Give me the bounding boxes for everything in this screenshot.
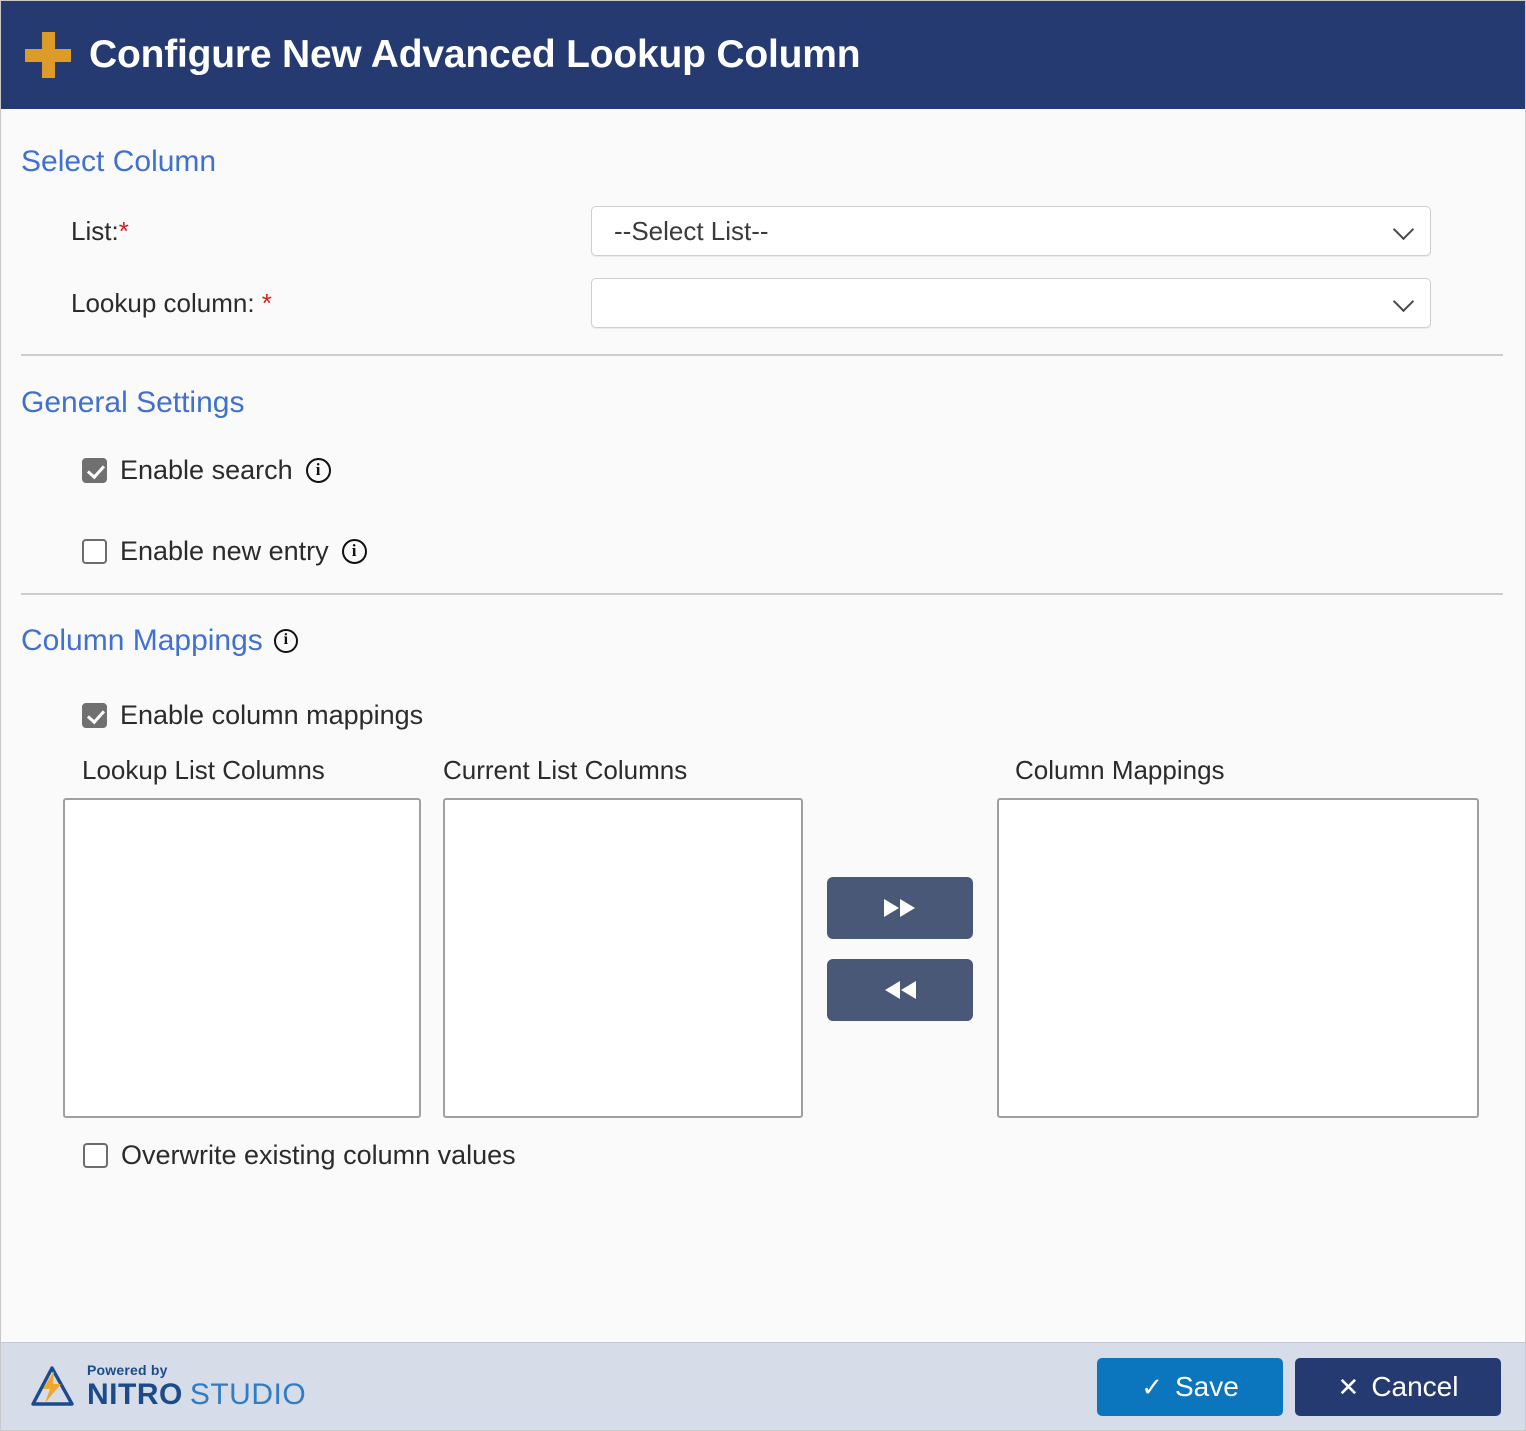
transfer-buttons [827,755,973,1021]
powered-by-label: Powered by [87,1362,168,1378]
double-left-arrow-icon [885,981,916,999]
enable-column-mappings-label: Enable column mappings [120,700,424,730]
section-heading-column-mappings-text: Column Mappings [21,624,263,657]
enable-search-label: Enable search [120,455,293,485]
double-right-arrow-icon [884,899,915,917]
lookup-list-columns-block: Lookup List Columns [63,755,421,1118]
current-list-columns-label: Current List Columns [443,755,688,785]
info-icon[interactable]: i [305,458,331,483]
list-label-text: List: [71,215,119,246]
current-list-columns-block: Current List Columns [443,755,803,1118]
list-required-marker: * [118,215,129,246]
move-left-button[interactable] [827,959,973,1021]
nitro-studio-logo: Powered by NITRO STUDIO [29,1363,306,1411]
section-heading-general-settings: General Settings [21,386,245,419]
checkbox-row-overwrite-existing: Overwrite existing column values [21,1140,1505,1171]
overwrite-existing-checkbox[interactable] [83,1143,108,1168]
configure-lookup-column-dialog: Configure New Advanced Lookup Column Sel… [0,0,1526,1431]
brand-studio: STUDIO [189,1378,307,1411]
info-icon[interactable]: i [341,539,367,564]
close-icon: ✕ [1337,1371,1360,1402]
lookup-list-columns-listbox[interactable] [63,798,421,1118]
column-mappings-block: Column Mappings [997,755,1479,1118]
nitro-logo-icon [31,1365,74,1406]
plus-icon [25,32,71,78]
dialog-title: Configure New Advanced Lookup Column [89,33,861,76]
checkbox-row-enable-column-mappings: Enable column mappings [21,700,1505,731]
move-right-button[interactable] [827,877,973,939]
column-mappings-listbox[interactable] [997,798,1479,1118]
brand-nitro: NITRO [87,1378,183,1411]
field-row-list: List:* --Select List-- [21,206,1505,256]
footer-buttons: ✓ Save ✕ Cancel [1097,1357,1501,1416]
lookup-column-required-marker: * [261,287,272,318]
current-list-columns-listbox[interactable] [443,798,803,1118]
lookup-column-label-text: Lookup column: [71,287,262,318]
lookup-column-dropdown[interactable] [591,278,1431,328]
list-dropdown[interactable]: --Select List-- [591,206,1431,256]
enable-new-entry-checkbox[interactable] [82,539,107,564]
nitro-logo-text: Powered by NITRO STUDIO [87,1363,306,1410]
checkbox-row-enable-search: Enable search i [21,455,1505,486]
list-label: List:* [21,216,591,247]
field-row-lookup-column: Lookup column: * [21,278,1505,328]
list-dropdown-value: --Select List-- [614,215,769,246]
dialog-body: Select Column List:* --Select List-- Loo… [1,109,1525,1342]
checkbox-row-enable-new-entry: Enable new entry i [21,536,1505,567]
section-heading-select-column: Select Column [21,145,217,178]
section-heading-column-mappings: Column Mappings i [21,595,1505,658]
enable-search-checkbox[interactable] [82,458,107,483]
dialog-titlebar: Configure New Advanced Lookup Column [1,1,1525,109]
brand-line: NITRO STUDIO [87,1380,306,1410]
save-button[interactable]: ✓ Save [1097,1357,1283,1416]
column-mappings-listbox-label: Column Mappings [1015,755,1225,785]
column-mapping-area: Lookup List Columns Current List Columns [21,755,1505,1118]
cancel-button-label: Cancel [1371,1370,1459,1402]
save-button-label: Save [1174,1370,1239,1402]
cancel-button[interactable]: ✕ Cancel [1295,1357,1501,1416]
lookup-list-columns-label: Lookup List Columns [82,755,325,785]
chevron-down-icon [1392,218,1415,241]
lookup-column-label: Lookup column: * [21,288,591,319]
enable-column-mappings-checkbox[interactable] [82,703,107,728]
dialog-footer: Powered by NITRO STUDIO ✓ Save ✕ Cancel [1,1342,1525,1430]
info-icon[interactable]: i [273,629,298,653]
overwrite-existing-label: Overwrite existing column values [121,1140,516,1170]
chevron-down-icon [1392,290,1415,313]
enable-new-entry-label: Enable new entry [120,536,329,566]
check-icon: ✓ [1141,1371,1163,1402]
